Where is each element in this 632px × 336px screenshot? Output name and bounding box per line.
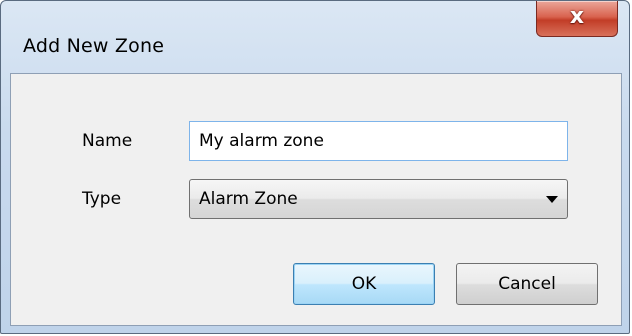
dialog-title: Add New Zone [23,35,165,57]
title-bar[interactable]: Add New Zone x [1,1,629,73]
name-input[interactable] [189,121,568,161]
add-new-zone-dialog: Add New Zone x Name Type Alarm Zone OK C… [0,0,630,334]
ok-button[interactable]: OK [293,263,435,305]
dialog-content: Name Type Alarm Zone OK Cancel [10,73,622,326]
type-label: Type [82,189,122,209]
cancel-button[interactable]: Cancel [456,263,598,305]
type-select[interactable]: Alarm Zone [189,179,568,219]
chevron-down-icon [546,196,558,203]
close-button[interactable]: x [536,1,618,37]
name-label: Name [82,131,133,151]
type-selected-value: Alarm Zone [199,189,298,209]
close-icon: x [569,4,585,29]
